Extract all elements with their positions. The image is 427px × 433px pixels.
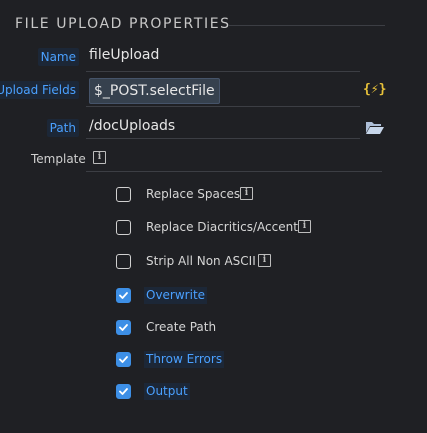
- checkbox-label: Replace Diacritics/Accent: [146, 220, 298, 234]
- checkbox-checked[interactable]: [116, 352, 131, 367]
- checkbox-label: Replace Spaces: [146, 187, 241, 201]
- folder-open-icon[interactable]: [365, 120, 385, 136]
- info-icon[interactable]: i: [298, 220, 311, 233]
- checkbox-unchecked[interactable]: [116, 187, 131, 202]
- upload-fields-label: Upload Fields: [0, 81, 79, 99]
- path-input-underline: [86, 138, 360, 139]
- template-label: Template: [31, 152, 86, 166]
- checkbox-label: Throw Errors: [144, 351, 225, 368]
- upload-fields-chip[interactable]: $_POST.selectFile: [89, 78, 220, 104]
- checkbox-label: Output: [144, 383, 190, 400]
- info-icon[interactable]: i: [240, 187, 253, 200]
- checkbox-label: Strip All Non ASCII: [146, 254, 256, 268]
- name-input[interactable]: fileUpload: [89, 47, 159, 63]
- checkbox-checked[interactable]: [116, 320, 131, 335]
- checkbox-checked[interactable]: [116, 288, 131, 303]
- path-label: Path: [46, 119, 79, 137]
- name-label: Name: [37, 48, 79, 66]
- dynamic-data-icon[interactable]: {⚡}: [363, 80, 386, 100]
- checkbox-label: Overwrite: [144, 287, 208, 304]
- path-input[interactable]: /docUploads: [89, 118, 175, 134]
- section-title: FILE UPLOAD PROPERTIES: [15, 16, 231, 32]
- section-divider: [228, 25, 385, 26]
- checkbox-unchecked[interactable]: [116, 254, 131, 269]
- info-icon[interactable]: i: [93, 151, 106, 164]
- checkbox-label: Create Path: [146, 320, 217, 334]
- upload-fields-underline: [86, 106, 360, 107]
- checkbox-checked[interactable]: [116, 384, 131, 399]
- checkbox-unchecked[interactable]: [116, 220, 131, 235]
- info-icon[interactable]: i: [258, 254, 271, 267]
- name-input-underline: [86, 71, 360, 72]
- template-underline: [86, 171, 382, 172]
